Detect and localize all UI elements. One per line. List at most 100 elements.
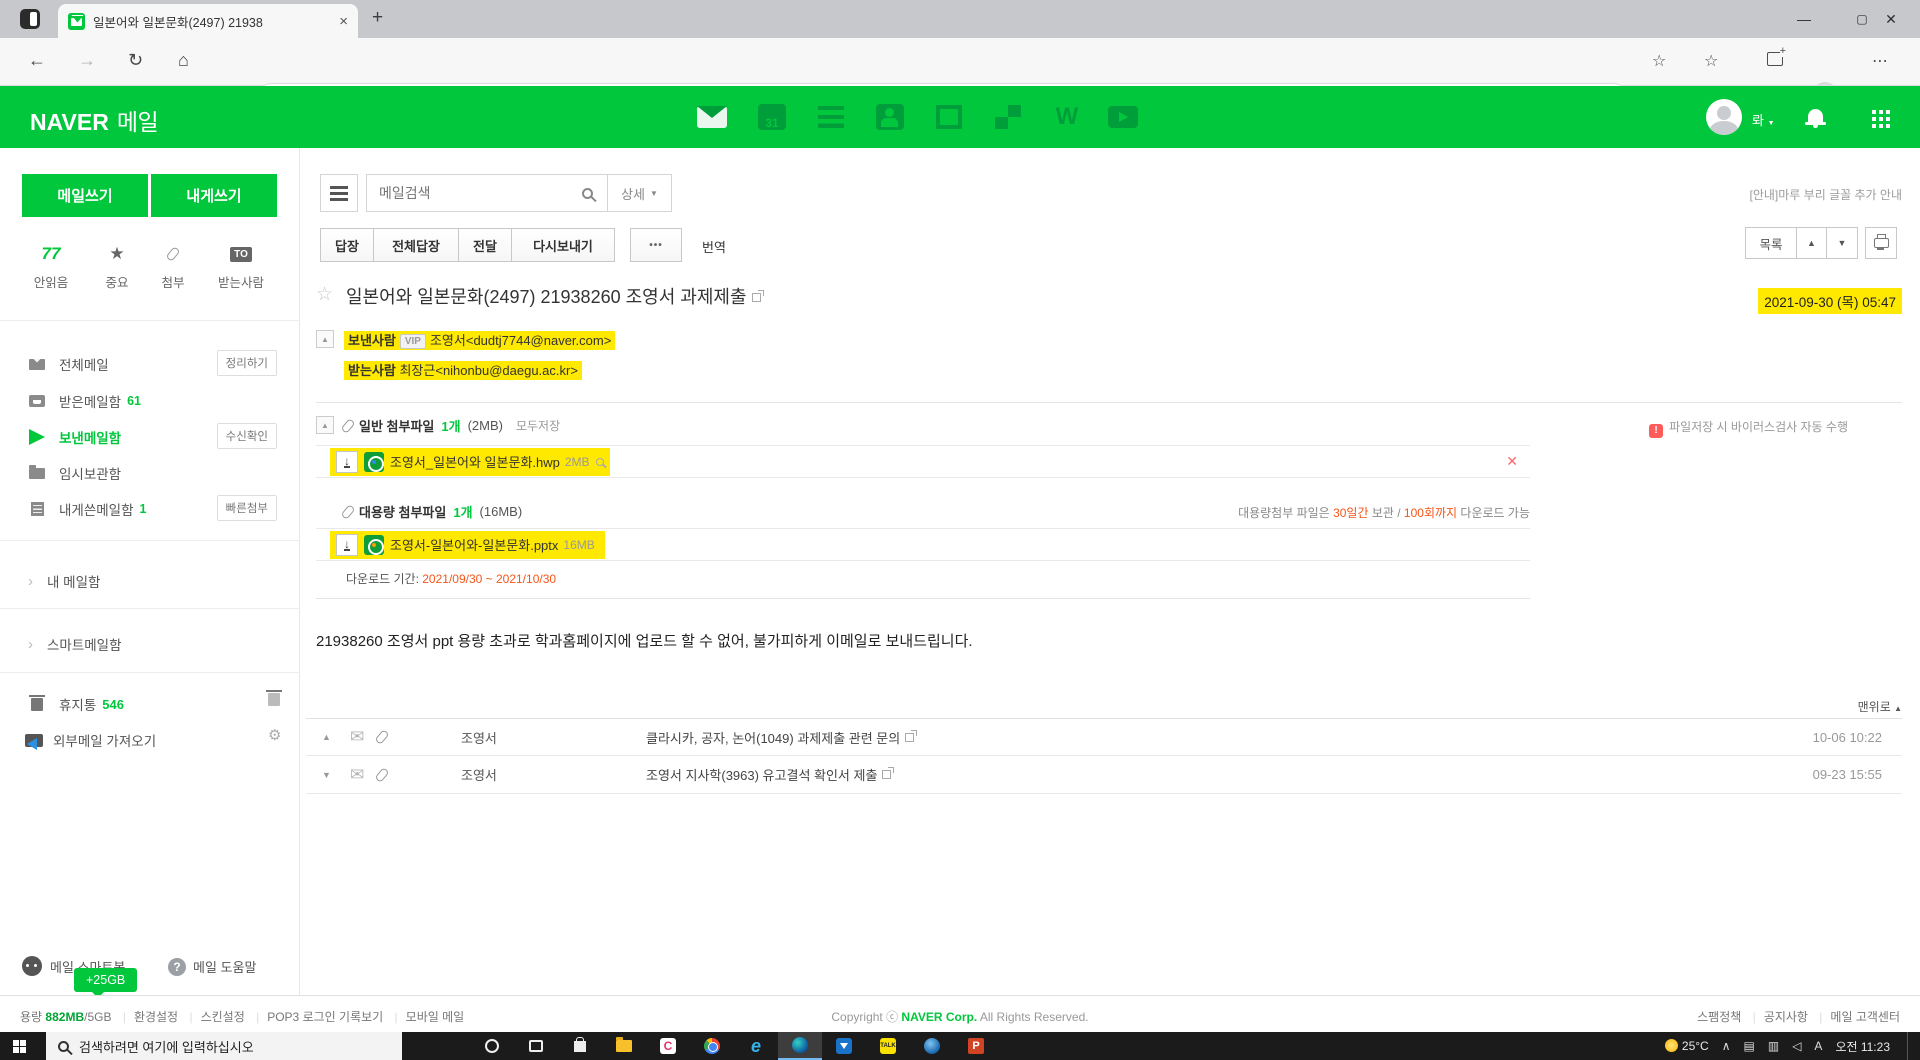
sidebar-item-inbox[interactable]: 받은메일함 61 xyxy=(0,383,300,419)
mail-search-input[interactable] xyxy=(379,185,582,201)
translate-button[interactable]: 번역 xyxy=(702,237,726,256)
external-link-icon[interactable] xyxy=(905,733,914,742)
ime-icon[interactable]: A xyxy=(1814,1039,1822,1053)
mail-icon[interactable] xyxy=(695,101,729,133)
task-view-icon[interactable] xyxy=(514,1032,558,1060)
go-to-top-button[interactable]: 맨위로 ▲ xyxy=(1858,698,1902,715)
user-avatar[interactable] xyxy=(1706,99,1742,135)
edge-icon-active[interactable] xyxy=(778,1032,822,1060)
save-all-button[interactable]: 모두저장 xyxy=(516,417,560,434)
search-icon[interactable] xyxy=(582,188,593,199)
attachment-filename[interactable]: 조영서_일본어와 일본문화.hwp xyxy=(390,452,560,471)
list-button[interactable]: 목록 xyxy=(1745,227,1797,259)
thread-row[interactable]: ▼ ✉ 조영서 조영서 지사학(3963) 유고결석 확인서 제출 09-23 … xyxy=(306,756,1902,794)
empty-trash-icon[interactable] xyxy=(268,693,280,706)
weather-widget[interactable]: 25°C xyxy=(1665,1039,1709,1053)
collapse-attach-button[interactable]: ▲ xyxy=(316,416,334,434)
blue-arrow-app-icon[interactable] xyxy=(822,1032,866,1060)
works-icon[interactable]: W xyxy=(1050,101,1084,133)
collapse-header-button[interactable]: ▲ xyxy=(316,330,334,348)
video-icon[interactable] xyxy=(1106,101,1140,133)
read-receipt-button[interactable]: 수신확인 xyxy=(217,423,277,449)
sidebar-item-external-mail[interactable]: 외부메일 가져오기 xyxy=(0,722,300,758)
user-name[interactable]: 롸 ▼ xyxy=(1752,110,1775,129)
thread-toggle-icon[interactable]: ▲ xyxy=(322,732,334,742)
tray-expand-icon[interactable]: ∧ xyxy=(1722,1039,1731,1053)
blue-circle-app-icon[interactable] xyxy=(910,1032,954,1060)
window-close-button[interactable]: ✕ xyxy=(1862,0,1920,38)
tray-display-icon[interactable]: ▥ xyxy=(1768,1039,1779,1053)
favorites-bar-icon[interactable]: ☆ xyxy=(1704,51,1718,71)
home-icon[interactable]: ⌂ xyxy=(178,50,189,71)
internet-explorer-icon[interactable]: e xyxy=(734,1032,778,1060)
new-tab-button[interactable]: + xyxy=(372,7,383,29)
folder-menu-button[interactable] xyxy=(320,174,358,212)
kakaotalk-icon[interactable]: TALK xyxy=(866,1032,910,1060)
recipient-address[interactable]: 최장근<nihonbu@daegu.ac.kr> xyxy=(399,363,577,378)
attachment-row[interactable]: ↓ 조영서_일본어와 일본문화.hwp 2MB ✕ xyxy=(316,445,1530,478)
contacts-icon[interactable] xyxy=(873,101,907,133)
file-explorer-icon[interactable] xyxy=(602,1032,646,1060)
collections-icon[interactable] xyxy=(1767,52,1783,66)
write-to-me-button[interactable]: 내게쓰기 xyxy=(151,174,277,217)
reply-all-button[interactable]: 전체답장 xyxy=(373,228,459,262)
search-detail-dropdown[interactable]: 상세▼ xyxy=(607,174,672,212)
show-desktop-button[interactable] xyxy=(1907,1032,1912,1060)
c-app-icon[interactable]: C xyxy=(646,1032,690,1060)
forward-button[interactable]: 전달 xyxy=(458,228,512,262)
thread-subject[interactable]: 조영서 지사학(3963) 유고결석 확인서 제출 xyxy=(646,765,891,784)
sender-address[interactable]: 조영서<dudtj7744@naver.com> xyxy=(430,333,611,348)
refresh-icon[interactable]: ↻ xyxy=(128,50,143,71)
memo-list-icon[interactable] xyxy=(814,101,848,133)
sidebar-item-drafts[interactable]: 임시보관함 xyxy=(0,455,300,491)
filter-unread[interactable]: 77 안읽음 xyxy=(22,243,80,291)
powerpoint-icon[interactable]: P xyxy=(954,1032,998,1060)
mail-search-box[interactable] xyxy=(366,174,608,212)
blocks-icon[interactable] xyxy=(991,101,1025,133)
download-icon[interactable]: ↓ xyxy=(336,451,358,473)
favorites-icon[interactable]: ☆ xyxy=(1652,51,1666,71)
browser-tab[interactable]: 일본어와 일본문화(2497) 21938 × xyxy=(58,4,358,38)
filter-recipient[interactable]: TO 받는사람 xyxy=(212,243,270,291)
tray-app-icon[interactable]: ▤ xyxy=(1744,1039,1755,1053)
prev-mail-button[interactable]: ▲ xyxy=(1796,227,1827,259)
notification-bell-icon[interactable] xyxy=(1808,109,1823,122)
apps-grid-icon[interactable] xyxy=(1872,110,1876,114)
box-icon[interactable] xyxy=(932,101,966,133)
calendar-icon[interactable]: 31 xyxy=(755,101,789,133)
gear-icon[interactable]: ⚙ xyxy=(268,726,281,744)
organize-button[interactable]: 정리하기 xyxy=(217,350,277,376)
compose-button[interactable]: 메일쓰기 xyxy=(22,174,148,217)
workspace-icon[interactable] xyxy=(20,9,40,29)
delete-attachment-icon[interactable]: ✕ xyxy=(1506,453,1518,470)
more-button[interactable]: ••• xyxy=(630,228,682,262)
window-minimize-button[interactable]: — xyxy=(1775,0,1833,38)
download-icon[interactable]: ↓ xyxy=(336,534,358,556)
naver-mail-logo[interactable]: NAVER메일 xyxy=(30,103,158,137)
thread-subject[interactable]: 클라시카, 공자, 논어(1049) 과제제출 관련 문의 xyxy=(646,728,914,747)
big-attachment-row[interactable]: ↓ 조영서-일본어와-일본문화.pptx 16MB xyxy=(316,528,1530,561)
sidebar-group-smart-mailbox[interactable]: › 스마트메일함 xyxy=(0,626,300,662)
mail-support-link[interactable]: 메일 고객센터 xyxy=(1830,1010,1900,1024)
resend-button[interactable]: 다시보내기 xyxy=(511,228,615,262)
notice-link[interactable]: 공지사항 xyxy=(1764,1010,1808,1024)
mail-help-link[interactable]: ? 메일 도움말 xyxy=(168,957,256,976)
thread-row[interactable]: ▲ ✉ 조영서 클라시카, 공자, 논어(1049) 과제제출 관련 문의 10… xyxy=(306,718,1902,756)
thread-toggle-icon[interactable]: ▼ xyxy=(322,770,334,780)
external-link-icon[interactable] xyxy=(882,770,891,779)
next-mail-button[interactable]: ▼ xyxy=(1826,227,1858,259)
quick-attach-button[interactable]: 빠른첨부 xyxy=(217,495,277,521)
taskbar-clock[interactable]: 오전 11:23 xyxy=(1835,1038,1890,1055)
spam-policy-link[interactable]: 스팸정책 xyxy=(1697,1010,1741,1024)
start-button[interactable] xyxy=(0,1032,46,1060)
print-button[interactable] xyxy=(1865,227,1897,259)
external-link-icon[interactable] xyxy=(752,293,761,302)
sidebar-item-trash[interactable]: 휴지통 546 xyxy=(0,686,300,722)
reply-button[interactable]: 답장 xyxy=(320,228,374,262)
big-attachment-filename[interactable]: 조영서-일본어와-일본문화.pptx xyxy=(390,535,558,554)
filter-attachment[interactable]: 첨부 xyxy=(144,243,202,291)
forward-icon[interactable]: → xyxy=(78,50,96,71)
preview-icon[interactable] xyxy=(596,458,604,466)
speaker-muted-icon[interactable]: ◁ xyxy=(1792,1039,1801,1053)
subject-star-icon[interactable]: ☆ xyxy=(316,283,333,306)
